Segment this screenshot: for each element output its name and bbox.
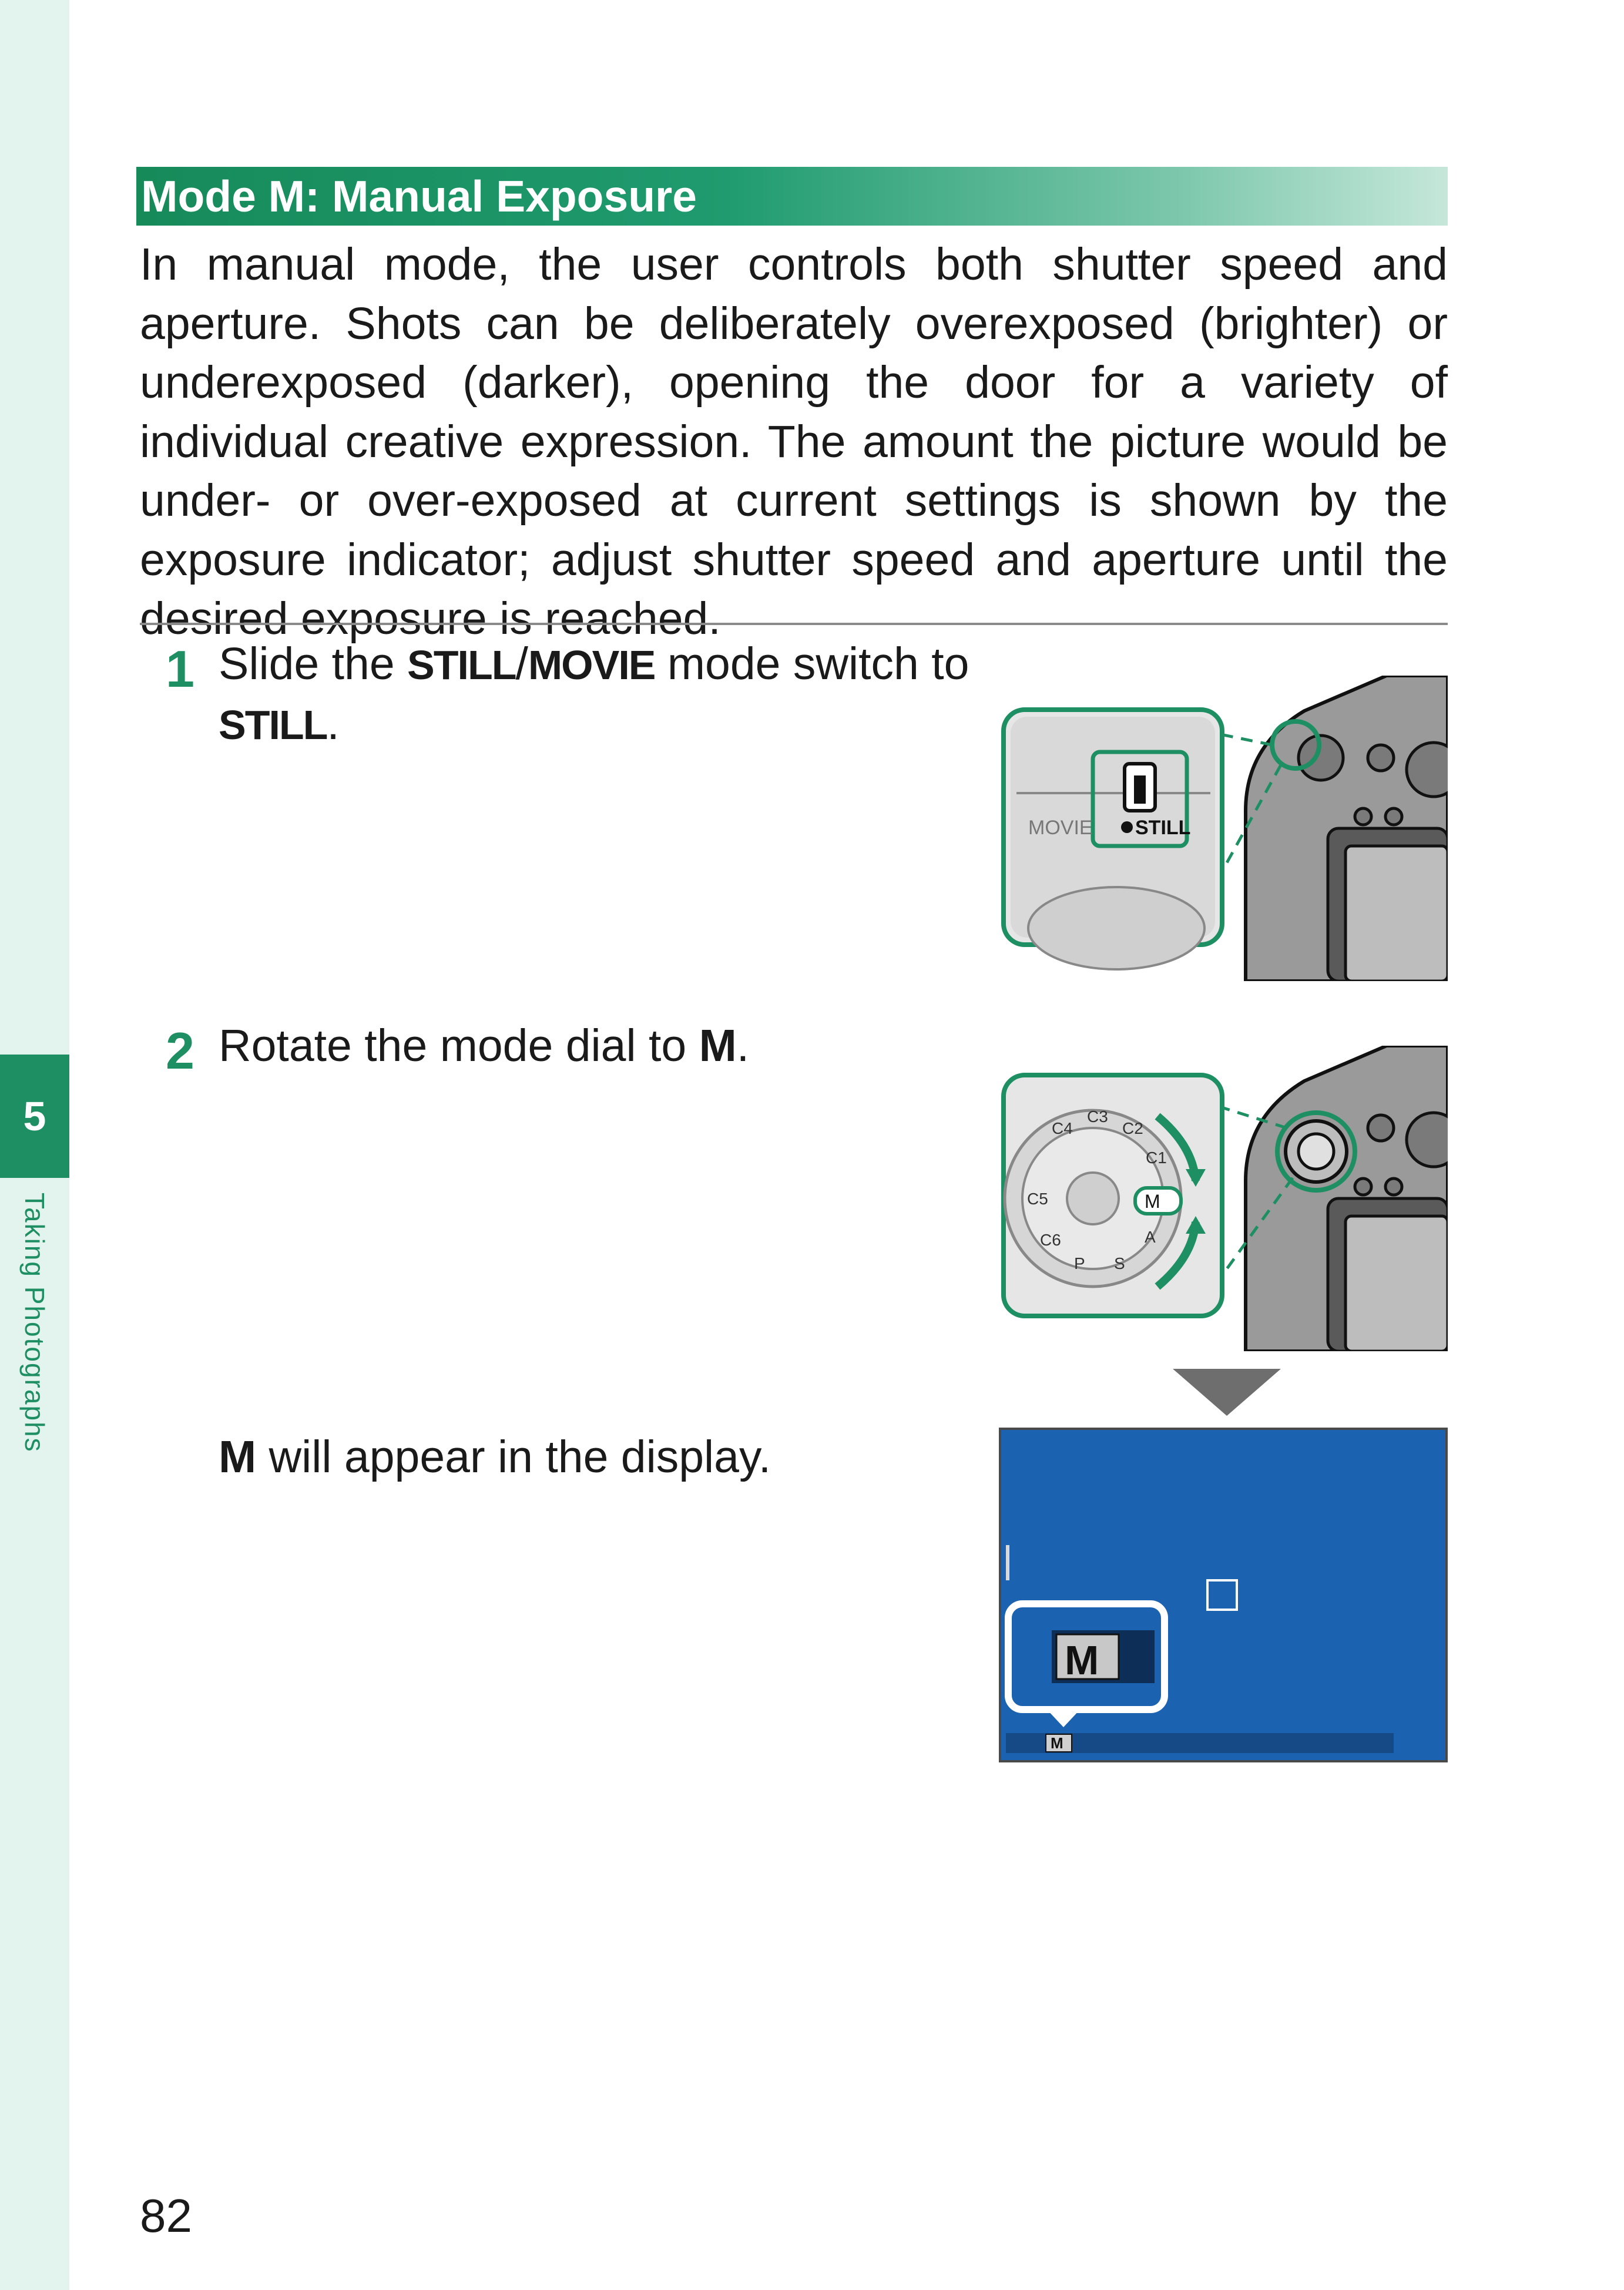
step-2-text: Rotate the mode dial to M. <box>219 1020 750 1071</box>
dial-label-c2: C2 <box>1122 1119 1143 1137</box>
movie-label: MOVIE <box>528 642 656 688</box>
section-heading: Mode M: Manual Exposure <box>136 167 1448 226</box>
intro-paragraph: In manual mode, the user controls both s… <box>140 239 1448 644</box>
switch-still-label: STILL <box>1135 817 1190 839</box>
dial-label-c5: C5 <box>1027 1190 1048 1208</box>
dial-label-c1: C1 <box>1146 1149 1167 1167</box>
page-number: 82 <box>140 2190 192 2242</box>
result-arrow-icon <box>1173 1369 1281 1416</box>
chapter-tab: 5 <box>0 1055 69 1178</box>
switch-movie-label: MOVIE <box>1028 817 1093 839</box>
dial-label-c3: C3 <box>1087 1107 1108 1126</box>
still-label: STILL <box>407 642 516 688</box>
dial-label-m: M <box>1145 1191 1160 1212</box>
dial-label-s: S <box>1114 1254 1125 1272</box>
step-2-number: 2 <box>166 1022 194 1080</box>
dial-label-a: A <box>1145 1228 1156 1246</box>
step-2-result-text: M will appear in the display. <box>219 1432 771 1482</box>
mode-m-target: M <box>699 1020 737 1071</box>
dial-label-c4: C4 <box>1052 1119 1073 1137</box>
display-mode-small: M <box>1051 1734 1063 1752</box>
step-1-text: Slide the STILL/MOVIE mode switch to STI… <box>219 639 969 749</box>
mode-dial-illustration: C3 C2 C1 C4 C5 C6 P S A M <box>1001 1046 1448 1351</box>
dial-label-c6: C6 <box>1040 1231 1061 1249</box>
step-1-number: 1 <box>166 640 194 698</box>
chapter-label: Taking Photographs <box>19 1193 50 1453</box>
still-movie-switch-illustration: MOVIE STILL <box>1001 676 1448 981</box>
dial-label-p: P <box>1074 1254 1085 1272</box>
camera-display-illustration: M M <box>999 1428 1448 1762</box>
still-target: STILL <box>219 702 328 748</box>
section-divider <box>140 623 1448 625</box>
display-mode-big: M <box>1065 1637 1099 1683</box>
